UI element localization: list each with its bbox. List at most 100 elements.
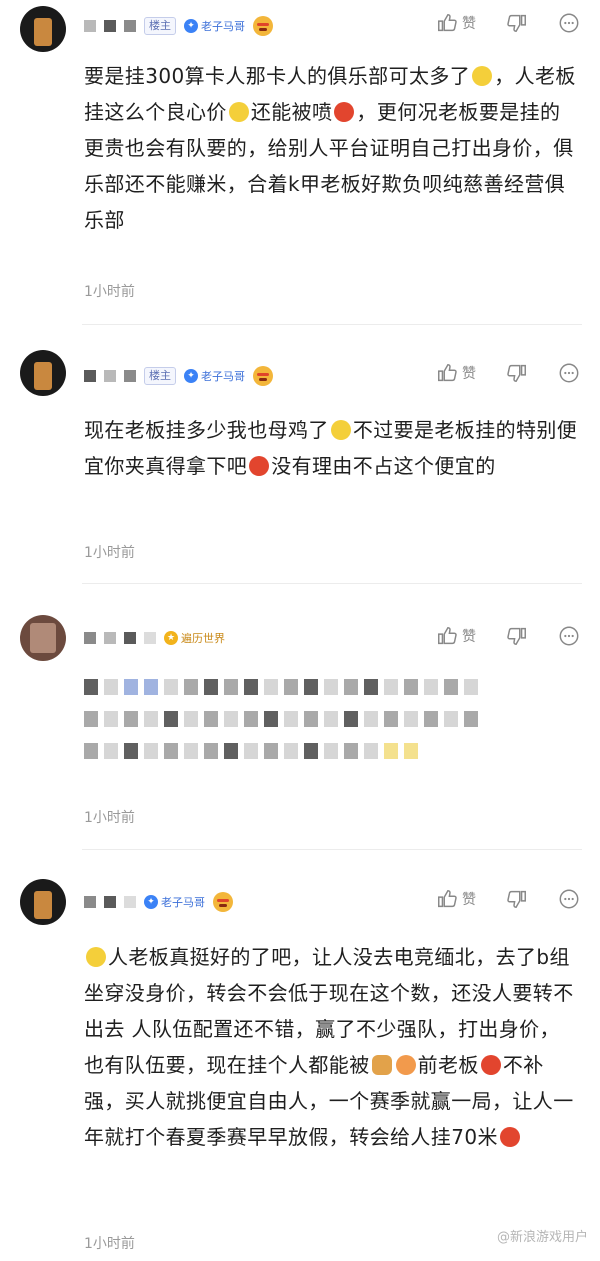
divider xyxy=(82,324,582,325)
like-label: 赞 xyxy=(462,892,476,908)
username-mosaic[interactable] xyxy=(144,632,156,644)
thumb-up-icon xyxy=(438,364,457,382)
pixelated-comment-text xyxy=(84,677,578,773)
comment-meta: ✦ 老子马哥 xyxy=(84,889,233,915)
like-button[interactable]: 赞 xyxy=(436,625,476,647)
username-mosaic[interactable] xyxy=(124,896,136,908)
comment-2: 楼主 ✦ 老子马哥 赞 现在老板挂多少我也母鸡了 不过要是老板挂的特别便宜你夹真得拿… xyxy=(0,326,600,584)
comment-4: ✦ 老子马哥 赞 人老板真挺好的了吧，让人没去电竞缅北，去了b组坐穿没身价，转会不… xyxy=(0,851,600,1261)
thumb-up-icon xyxy=(438,14,457,32)
dislike-button[interactable] xyxy=(506,362,528,384)
comment-actions: 赞 xyxy=(436,888,580,910)
emoji-icon xyxy=(395,1055,416,1075)
badge-icon: ✦ xyxy=(144,895,158,909)
comment-1: 楼主 ✦ 老子马哥 赞 要是挂300算卡人那卡人的俱乐部可太多了 ，人老板挂这么个良… xyxy=(0,0,600,325)
badge-label: 老子马哥 xyxy=(201,20,245,33)
badge-icon: ★ xyxy=(164,631,178,645)
dislike-button[interactable] xyxy=(506,12,528,34)
reply-button[interactable] xyxy=(558,888,580,910)
comment-text-part: 前老板 xyxy=(417,1053,479,1077)
reply-icon xyxy=(559,889,579,909)
thumb-down-icon xyxy=(507,14,526,32)
timestamp: 1小时前 xyxy=(84,284,135,300)
username-mosaic[interactable] xyxy=(104,370,116,382)
timestamp: 1小时前 xyxy=(84,545,135,561)
reply-icon xyxy=(559,13,579,33)
comment-actions: 赞 xyxy=(436,362,580,384)
emoji-icon xyxy=(253,16,273,36)
emoji-icon xyxy=(499,1127,520,1147)
username-mosaic[interactable] xyxy=(104,20,116,32)
like-button[interactable]: 赞 xyxy=(436,888,476,910)
comment-actions: 赞 xyxy=(436,12,580,34)
badge-label: 老子马哥 xyxy=(161,896,205,909)
comment-text: 要是挂300算卡人那卡人的俱乐部可太多了 ，人老板挂这么个良心价 还能被喷 ，更何况老… xyxy=(84,58,578,238)
badge-icon: ✦ xyxy=(184,19,198,33)
timestamp: 1小时前 xyxy=(84,810,135,826)
thumb-down-icon xyxy=(507,627,526,645)
emoji-icon xyxy=(253,366,273,386)
emoji-icon xyxy=(213,892,233,912)
reply-icon xyxy=(559,626,579,646)
pixelated-line xyxy=(84,741,578,761)
fan-badge[interactable]: ✦ 老子马哥 xyxy=(184,18,245,34)
comment-meta: 楼主 ✦ 老子马哥 xyxy=(84,13,273,39)
comment-text-part: 现在老板挂多少我也母鸡了 xyxy=(84,418,329,442)
emoji-icon xyxy=(330,420,351,440)
watermark: @新浪游戏用户 xyxy=(496,1230,588,1245)
like-label: 赞 xyxy=(462,366,476,382)
comment-text: 人老板真挺好的了吧，让人没去电竞缅北，去了b组坐穿没身价，转会不会低于现在这个数… xyxy=(84,939,578,1155)
like-button[interactable]: 赞 xyxy=(436,362,476,384)
comment-meta: ★ 遍历世界 xyxy=(84,625,225,651)
fan-badge[interactable]: ★ 遍历世界 xyxy=(164,630,225,646)
username-mosaic[interactable] xyxy=(84,632,96,644)
comment-text-part: 人老板真挺好的了吧，让人没去电竞缅北，去了b组坐穿没身价，转会不会低于现在这个数… xyxy=(84,945,574,1077)
username-mosaic[interactable] xyxy=(104,632,116,644)
emoji-icon xyxy=(249,456,270,476)
avatar[interactable] xyxy=(20,615,66,661)
owner-tag: 楼主 xyxy=(144,17,176,35)
reply-button[interactable] xyxy=(558,362,580,384)
badge-icon: ✦ xyxy=(184,369,198,383)
fan-badge[interactable]: ✦ 老子马哥 xyxy=(184,368,245,384)
badge-label: 遍历世界 xyxy=(181,632,225,645)
username-mosaic[interactable] xyxy=(124,632,136,644)
comment-3: ★ 遍历世界 赞 1小时前 xyxy=(0,585,600,850)
emoji-icon xyxy=(228,102,249,122)
username-mosaic[interactable] xyxy=(124,370,136,382)
timestamp: 1小时前 xyxy=(84,1236,135,1252)
avatar[interactable] xyxy=(20,879,66,925)
like-button[interactable]: 赞 xyxy=(436,12,476,34)
avatar[interactable] xyxy=(20,6,66,52)
username-mosaic[interactable] xyxy=(84,896,96,908)
comment-text: 现在老板挂多少我也母鸡了 不过要是老板挂的特别便宜你夹真得拿下吧 没有理由不占这个便… xyxy=(84,412,578,484)
username-mosaic[interactable] xyxy=(84,370,96,382)
dislike-button[interactable] xyxy=(506,888,528,910)
emoji-icon xyxy=(86,947,106,967)
fan-badge[interactable]: ✦ 老子马哥 xyxy=(144,894,205,910)
divider xyxy=(82,849,582,850)
divider xyxy=(82,583,582,584)
like-label: 赞 xyxy=(462,629,476,645)
like-label: 赞 xyxy=(462,16,476,32)
comment-text-part: 还能被喷 xyxy=(250,100,333,124)
emoji-icon xyxy=(480,1055,501,1075)
thumb-down-icon xyxy=(507,890,526,908)
reply-icon xyxy=(559,363,579,383)
comment-meta: 楼主 ✦ 老子马哥 xyxy=(84,363,273,389)
emoji-icon xyxy=(472,66,493,86)
pixelated-line xyxy=(84,677,578,697)
reply-button[interactable] xyxy=(558,12,580,34)
badge-label: 老子马哥 xyxy=(201,370,245,383)
thumb-up-icon xyxy=(438,627,457,645)
thumb-up-icon xyxy=(438,890,457,908)
username-mosaic[interactable] xyxy=(84,20,96,32)
username-mosaic[interactable] xyxy=(124,20,136,32)
thumb-down-icon xyxy=(507,364,526,382)
pixelated-line xyxy=(84,709,578,729)
dislike-button[interactable] xyxy=(506,625,528,647)
username-mosaic[interactable] xyxy=(104,896,116,908)
avatar[interactable] xyxy=(20,350,66,396)
reply-button[interactable] xyxy=(558,625,580,647)
emoji-icon xyxy=(371,1055,392,1075)
